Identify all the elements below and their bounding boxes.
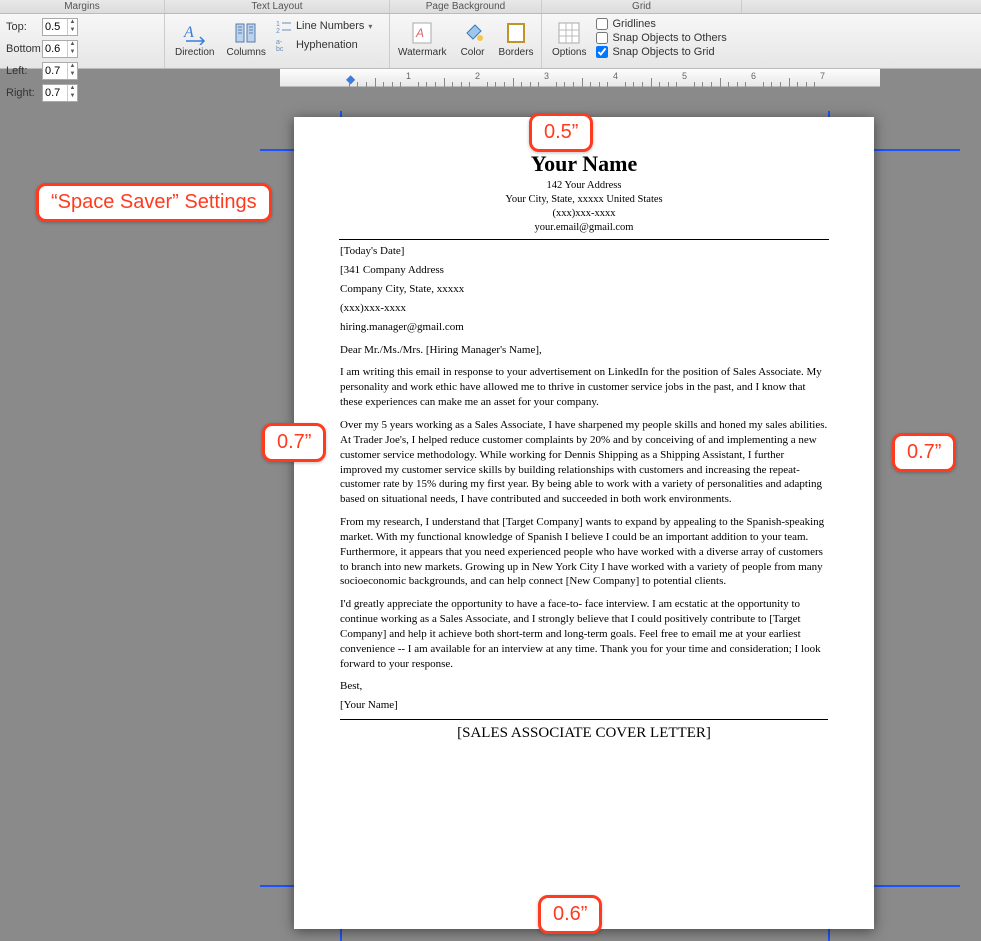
snapgrid-label: Snap Objects to Grid <box>612 46 714 58</box>
svg-text:2: 2 <box>276 28 280 34</box>
color-button[interactable]: Color <box>453 18 493 64</box>
spin-down-icon[interactable]: ▼ <box>67 71 77 79</box>
doc-company-phone: (xxx)xxx-xxxx <box>340 301 828 316</box>
linenumbers-button[interactable]: 12 Line Numbers ▾ <box>276 18 373 34</box>
hyphenation-button[interactable]: a-bc Hyphenation <box>276 37 373 53</box>
color-label: Color <box>461 47 485 58</box>
gridlines-label: Gridlines <box>612 18 655 30</box>
margins-group: Top: ▲▼ Bottom: ▲▼ Left: ▲▼ <box>0 14 165 68</box>
doc-date: [Today's Date] <box>340 244 828 259</box>
margin-top-field[interactable] <box>43 20 67 34</box>
annotation-left: 0.7” <box>262 423 326 462</box>
doc-salutation: Dear Mr./Ms./Mrs. [Hiring Manager's Name… <box>340 343 828 358</box>
annotation-right: 0.7” <box>892 433 956 472</box>
margin-left-field[interactable] <box>43 64 67 78</box>
annotation-title: “Space Saver” Settings <box>36 183 272 222</box>
margin-bottom-field[interactable] <box>43 42 67 56</box>
doc-p3: From my research, I understand that [Tar… <box>340 515 828 589</box>
margin-top-input[interactable]: ▲▼ <box>42 18 78 36</box>
margin-left-label: Left: <box>6 65 40 77</box>
hyphenation-label: Hyphenation <box>296 39 358 51</box>
doc-addr2: Your City, State, xxxxx United States <box>340 193 828 207</box>
gridoptions-button[interactable]: Options <box>546 18 592 64</box>
snapothers-label: Snap Objects to Others <box>612 32 726 44</box>
spin-down-icon[interactable]: ▼ <box>67 27 77 35</box>
direction-label: Direction <box>175 47 214 58</box>
textlayout-group: A Direction Columns 12 Line Numbers ▾ <box>165 14 390 68</box>
margin-top-label: Top: <box>6 21 40 33</box>
doc-p2: Over my 5 years working as a Sales Assoc… <box>340 418 828 507</box>
columns-label: Columns <box>226 47 265 58</box>
annotation-bottom: 0.6” <box>538 895 602 934</box>
doc-closing: Best, <box>340 679 828 694</box>
snapothers-checkbox-input[interactable] <box>596 32 608 44</box>
doc-company-addr1: [341 Company Address <box>340 263 828 278</box>
snapgrid-checkbox[interactable]: Snap Objects to Grid <box>596 46 726 58</box>
svg-text:1: 1 <box>276 21 280 28</box>
watermark-button[interactable]: A Watermark <box>392 18 453 64</box>
spin-up-icon[interactable]: ▲ <box>67 41 77 49</box>
watermark-label: Watermark <box>398 47 447 58</box>
svg-text:bc: bc <box>276 46 284 53</box>
doc-addr1: 142 Your Address <box>340 179 828 193</box>
gridoptions-label: Options <box>552 47 586 58</box>
paintbucket-icon <box>459 20 487 46</box>
doc-p4: I'd greatly appreciate the opportunity t… <box>340 597 828 671</box>
svg-text:a-: a- <box>276 39 283 46</box>
doc-sig: [Your Name] <box>340 698 828 713</box>
doc-name: Your Name <box>340 149 828 179</box>
watermark-icon: A <box>408 20 436 46</box>
hyphenation-icon: a-bc <box>276 37 292 53</box>
direction-icon: A <box>181 20 209 46</box>
indent-marker-icon[interactable]: ◆ <box>346 72 355 86</box>
grid-icon <box>555 20 583 46</box>
margin-bottom-label: Bottom: <box>6 43 40 55</box>
group-label-margins: Margins <box>0 0 165 13</box>
snapgrid-checkbox-input[interactable] <box>596 46 608 58</box>
spin-up-icon[interactable]: ▲ <box>67 63 77 71</box>
borders-icon <box>502 20 530 46</box>
doc-phone: (xxx)xxx-xxxx <box>340 207 828 221</box>
columns-button[interactable]: Columns <box>220 18 271 60</box>
borders-button[interactable]: Borders <box>493 18 540 64</box>
horizontal-ruler[interactable]: ◆ 1234567 <box>280 69 880 87</box>
group-label-grid: Grid <box>542 0 742 13</box>
columns-icon <box>232 20 260 46</box>
linenumbers-label: Line Numbers <box>296 20 364 32</box>
pagebg-group: A Watermark Color Borders <box>390 14 542 68</box>
spin-up-icon[interactable]: ▲ <box>67 19 77 27</box>
gridlines-checkbox[interactable]: Gridlines <box>596 18 726 30</box>
linenumbers-icon: 12 <box>276 18 292 34</box>
doc-email: your.email@gmail.com <box>340 221 828 235</box>
document-page[interactable]: Your Name 142 Your Address Your City, St… <box>294 117 874 929</box>
margin-left-input[interactable]: ▲▼ <box>42 62 78 80</box>
direction-button[interactable]: A Direction <box>169 18 220 60</box>
dropdown-icon: ▾ <box>368 22 372 31</box>
margin-bottom-input[interactable]: ▲▼ <box>42 40 78 58</box>
snapothers-checkbox[interactable]: Snap Objects to Others <box>596 32 726 44</box>
doc-company-addr2: Company City, State, xxxxx <box>340 282 828 297</box>
svg-text:A: A <box>183 24 194 41</box>
group-label-pagebg: Page Background <box>390 0 542 13</box>
doc-footer-title: [SALES ASSOCIATE COVER LETTER] <box>340 719 828 743</box>
borders-label: Borders <box>499 47 534 58</box>
gridlines-checkbox-input[interactable] <box>596 18 608 30</box>
group-label-textlayout: Text Layout <box>165 0 390 13</box>
grid-group: Options Gridlines Snap Objects to Others… <box>542 14 742 68</box>
svg-text:A: A <box>415 26 424 40</box>
spin-down-icon[interactable]: ▼ <box>67 49 77 57</box>
doc-p1: I am writing this email in response to y… <box>340 365 828 410</box>
annotation-top: 0.5” <box>529 113 593 152</box>
doc-company-email: hiring.manager@gmail.com <box>340 320 828 335</box>
